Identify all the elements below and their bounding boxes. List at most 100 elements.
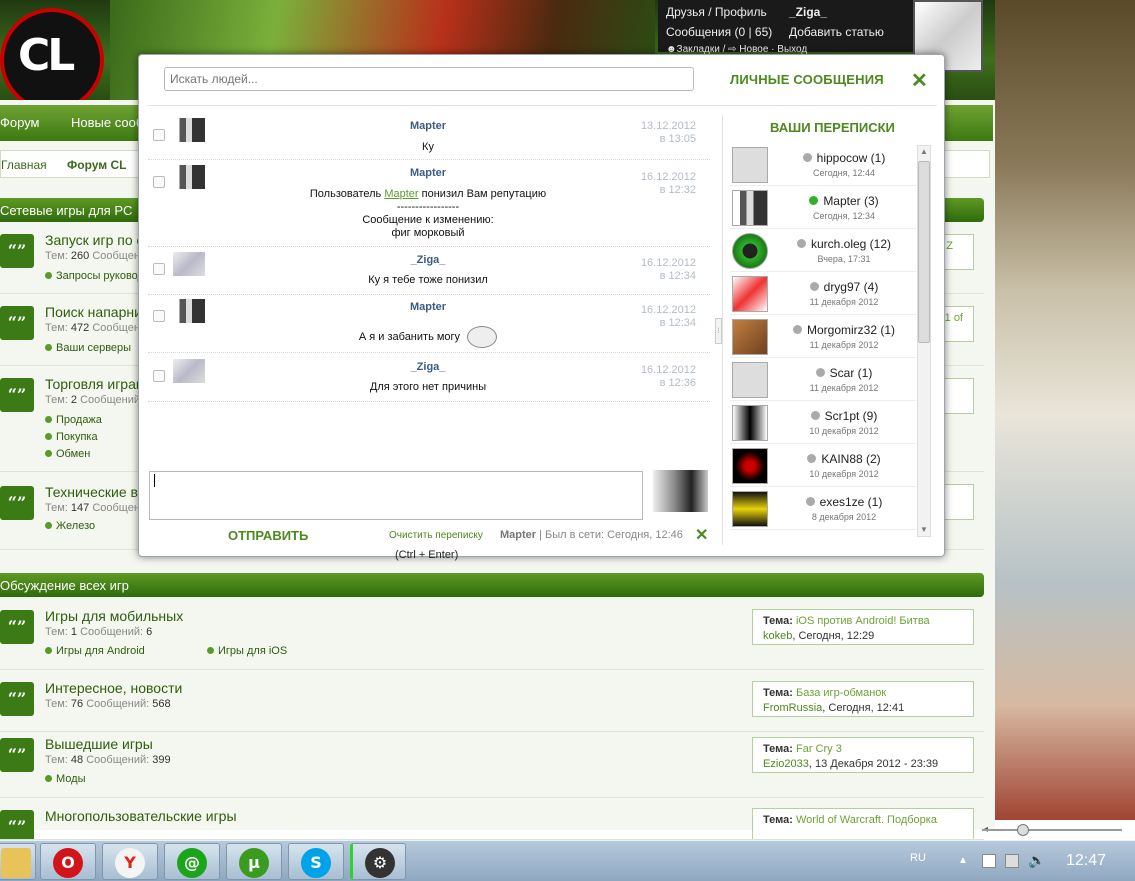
conversation-item[interactable]: exes1ze (1) 8 декабря 2012 <box>730 487 916 530</box>
section-header: Обсуждение всех игр <box>0 573 984 597</box>
volume-icon[interactable]: 🔈 <box>1028 852 1045 869</box>
subforum-link[interactable]: Ваши серверы <box>45 342 131 354</box>
conversation-avatar <box>732 147 768 183</box>
forum-row[interactable]: “” Вышедшие игры Тем: 48 Сообщений: 399 … <box>0 732 984 798</box>
forum-title[interactable]: Интересное, новости <box>45 680 182 696</box>
nav-forum[interactable]: Форум <box>0 115 40 130</box>
subforum-link[interactable]: Обмен <box>45 448 90 460</box>
add-article-link[interactable]: Добавить статью <box>789 25 884 39</box>
conversation-item[interactable]: Morgomirz32 (1) 11 декабря 2012 <box>730 315 916 358</box>
subforum-link[interactable]: Железо <box>45 520 95 532</box>
message-author[interactable]: Mapter <box>148 301 708 313</box>
subforum-link[interactable]: Покупка <box>45 431 98 443</box>
clear-conversation-link[interactable]: Очистить переписку <box>389 530 483 541</box>
forum-stats: Тем: 76 Сообщений: 568 <box>45 698 171 710</box>
message-text: Ку <box>422 141 434 153</box>
last-post-box[interactable]: Тема: iOS против Android! Битва kokeb, С… <box>752 609 974 645</box>
conversation-avatar <box>732 190 768 226</box>
conversation-item[interactable]: kurch.oleg (12) Вчера, 17:31 <box>730 229 916 272</box>
divider <box>722 115 723 545</box>
conversation-item[interactable]: Scar (1) 11 декабря 2012 <box>730 358 916 401</box>
forum-title[interactable]: Игры для мобильных <box>45 608 183 624</box>
reply-textarea[interactable] <box>149 471 643 520</box>
conversation-avatar <box>732 276 768 312</box>
last-post-box[interactable]: Тема: World of Warcraft. Подборка <box>752 808 974 839</box>
conversations-list: hippocow (1) Сегодня, 12:44 Mapter (3) Сег… <box>730 143 916 537</box>
modal-close-icon[interactable]: ✕ <box>911 68 928 93</box>
network-icon[interactable] <box>982 854 996 868</box>
folder-icon <box>1 848 31 878</box>
conversation-item[interactable]: dryg97 (4) 11 декабря 2012 <box>730 272 916 315</box>
scroll-down-icon[interactable]: ▼ <box>920 525 928 534</box>
taskbar-yandex[interactable]: Y <box>102 843 158 880</box>
yandex-icon: Y <box>115 848 145 878</box>
scrollbar-thumb[interactable] <box>918 161 930 343</box>
taskbar-steam[interactable]: ⚙ <box>350 843 406 880</box>
message-text: ----------------- <box>396 201 460 213</box>
taskbar-opera[interactable]: O <box>40 843 96 880</box>
forum-title[interactable]: Вышедшие игры <box>45 736 153 752</box>
message-date: 16.12.2012 в 12:36 <box>640 364 696 389</box>
username-link[interactable]: _Ziga_ <box>789 5 827 19</box>
battery-icon[interactable] <box>1005 854 1019 868</box>
send-button[interactable]: ОТПРАВИТЬ <box>228 528 308 543</box>
divider <box>147 105 937 106</box>
forum-title[interactable]: Многопользовательские игры <box>45 808 237 824</box>
message-text: Для этого нет причины <box>369 381 487 393</box>
breadcrumb-forum[interactable]: Форум CL <box>67 158 126 172</box>
message-text: Пользователь Mapter понизил Вам репутаци… <box>309 188 547 200</box>
message-author[interactable]: _Ziga_ <box>148 254 708 266</box>
forum-stats: Тем: 2 Сообщений: <box>45 394 144 406</box>
message-text: фиг морковый <box>391 227 465 239</box>
user-link[interactable]: Mapter <box>384 188 418 200</box>
panel-toggle-handle[interactable]: ⁝ <box>715 318 722 344</box>
conversation-item[interactable]: Mapter (3) Сегодня, 12:34 <box>730 186 916 229</box>
tray-expand-icon[interactable]: ▲ <box>958 855 968 866</box>
message-author[interactable]: _Ziga_ <box>148 361 708 373</box>
send-shortcut-hint: (Ctrl + Enter) <box>395 549 459 561</box>
message-item: Mapter Пользователь Mapter понизил Вам р… <box>148 161 710 247</box>
subforum-link[interactable]: Продажа <box>45 414 102 426</box>
conversations-title: ВАШИ ПЕРЕПИСКИ <box>770 120 895 135</box>
conversation-item[interactable]: KAIN88 (2) 10 декабря 2012 <box>730 444 916 487</box>
conversation-avatar <box>732 233 768 269</box>
last-post-box[interactable]: Тема: Far Cry 3 Ezio2033, 13 Декабря 201… <box>752 737 974 773</box>
site-logo[interactable]: CL <box>0 8 104 112</box>
forum-row[interactable]: “” Многопользовательские игры Тема: Worl… <box>0 804 984 840</box>
conversation-avatar <box>732 491 768 527</box>
breadcrumb-home[interactable]: Главная <box>1 158 47 172</box>
messages-link[interactable]: Сообщения (0 | 65) <box>666 25 772 39</box>
people-search-input[interactable] <box>164 67 694 91</box>
subforum-link[interactable]: Игры для iOS <box>207 645 287 657</box>
subforum-link[interactable]: Моды <box>45 773 86 785</box>
friends-profile-link[interactable]: Друзья / Профиль <box>666 5 767 19</box>
opera-icon: O <box>53 848 83 878</box>
forum-row[interactable]: “” Игры для мобильных Тем: 1 Сообщений: … <box>0 604 984 670</box>
my-avatar <box>653 470 708 512</box>
zoom-slider[interactable]: ◂ <box>982 820 1135 840</box>
last-post-box[interactable]: Тема: База игр-обманок FromRussia, Сегод… <box>752 681 974 717</box>
clock[interactable]: 12:47 <box>1066 852 1106 870</box>
conversation-item[interactable]: Scr1pt (9) 10 декабря 2012 <box>730 401 916 444</box>
message-author[interactable]: Mapter <box>148 167 708 179</box>
user-panel: Друзья / Профиль _Ziga_ Сообщения (0 | 6… <box>658 0 918 55</box>
taskbar-skype[interactable]: S <box>288 843 344 880</box>
conversation-avatar <box>732 448 768 484</box>
forum-stats: Тем: 48 Сообщений: 399 <box>45 754 171 766</box>
message-item: Mapter А я и забанить могу 16.12.2012 в 1… <box>148 295 710 353</box>
subforum-link[interactable]: Игры для Android <box>45 645 145 657</box>
forum-quote-icon: “” <box>0 378 34 412</box>
taskbar-utorrent[interactable]: µ <box>226 843 282 880</box>
message-author[interactable]: Mapter <box>148 120 708 132</box>
conversation-item[interactable]: hippocow (1) Сегодня, 12:44 <box>730 143 916 186</box>
taskbar-mail-agent[interactable]: @ <box>164 843 220 880</box>
taskbar-explorer[interactable] <box>0 843 36 880</box>
message-date: 16.12.2012 в 12:34 <box>640 257 696 282</box>
scroll-up-icon[interactable]: ▲ <box>920 147 928 156</box>
forum-stats: Тем: 1 Сообщений: 6 <box>45 626 153 638</box>
delete-conversation-icon[interactable]: ✕ <box>695 525 708 545</box>
message-date: 16.12.2012 в 12:32 <box>640 171 696 196</box>
message-date: 13.12.2012 в 13:05 <box>640 120 696 145</box>
language-indicator[interactable]: RU <box>910 852 926 864</box>
forum-row[interactable]: “” Интересное, новости Тем: 76 Сообщений… <box>0 676 984 732</box>
